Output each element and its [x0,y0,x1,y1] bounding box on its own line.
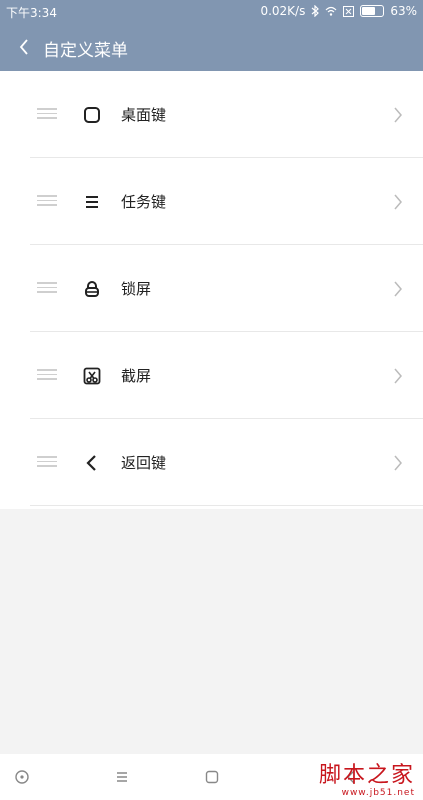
page-title: 自定义菜单 [43,41,128,61]
lock-icon [85,281,99,297]
drag-handle-icon[interactable] [37,108,57,120]
battery-fill [362,7,375,15]
sim-icon [343,5,355,17]
chevron-right-icon [394,107,402,123]
list-item-label: 桌面键 [121,106,167,124]
bluetooth-icon [311,5,320,17]
battery-icon [360,5,385,17]
chevron-left-icon [19,39,28,55]
app-bar: 自定义菜单 [0,24,423,71]
watermark-url: www.jb51.net [341,788,415,798]
square-icon[interactable] [203,768,221,786]
drag-handle-icon[interactable] [37,369,57,381]
list-item-label: 锁屏 [121,280,152,298]
menu-list: 桌面键 任务键 锁屏 截屏 返回键 [0,71,423,509]
wifi-icon [325,6,337,16]
status-indicators: 0.02K/s 63% [260,4,417,18]
circle-dot-icon[interactable] [13,768,31,786]
list-item-label: 截屏 [121,367,152,385]
watermark: 脚本之家 www.jb51.net [318,763,415,799]
drag-handle-icon[interactable] [37,195,57,207]
chevron-right-icon [394,368,402,384]
back-button[interactable] [12,33,36,61]
chevron-right-icon [394,281,402,297]
list-item[interactable]: 锁屏 [0,245,423,332]
chevron-right-icon [394,194,402,210]
status-time: 下午3:34 [6,6,57,20]
list-item[interactable]: 桌面键 [0,71,423,158]
battery-percent: 63% [390,4,417,18]
chevron-right-icon [394,455,402,471]
navigation-bar: 脚本之家 www.jb51.net [0,754,423,800]
drag-handle-icon[interactable] [37,456,57,468]
menu-lines-icon[interactable] [113,768,131,786]
list-item[interactable]: 截屏 [0,332,423,419]
back-arrow-icon [86,455,96,471]
status-bar: 下午3:34 0.02K/s 63% [0,0,423,24]
network-speed: 0.02K/s [260,4,306,18]
list-item-label: 任务键 [121,193,167,211]
list-item[interactable]: 返回键 [0,419,423,506]
list-item[interactable]: 任务键 [0,158,423,245]
screenshot-icon [83,367,101,385]
drag-handle-icon[interactable] [37,282,57,294]
divider [30,505,423,506]
watermark-logo: 脚本之家 [318,763,415,788]
square-icon [84,107,100,123]
list-item-label: 返回键 [121,454,167,472]
menu-lines-icon [86,196,98,208]
